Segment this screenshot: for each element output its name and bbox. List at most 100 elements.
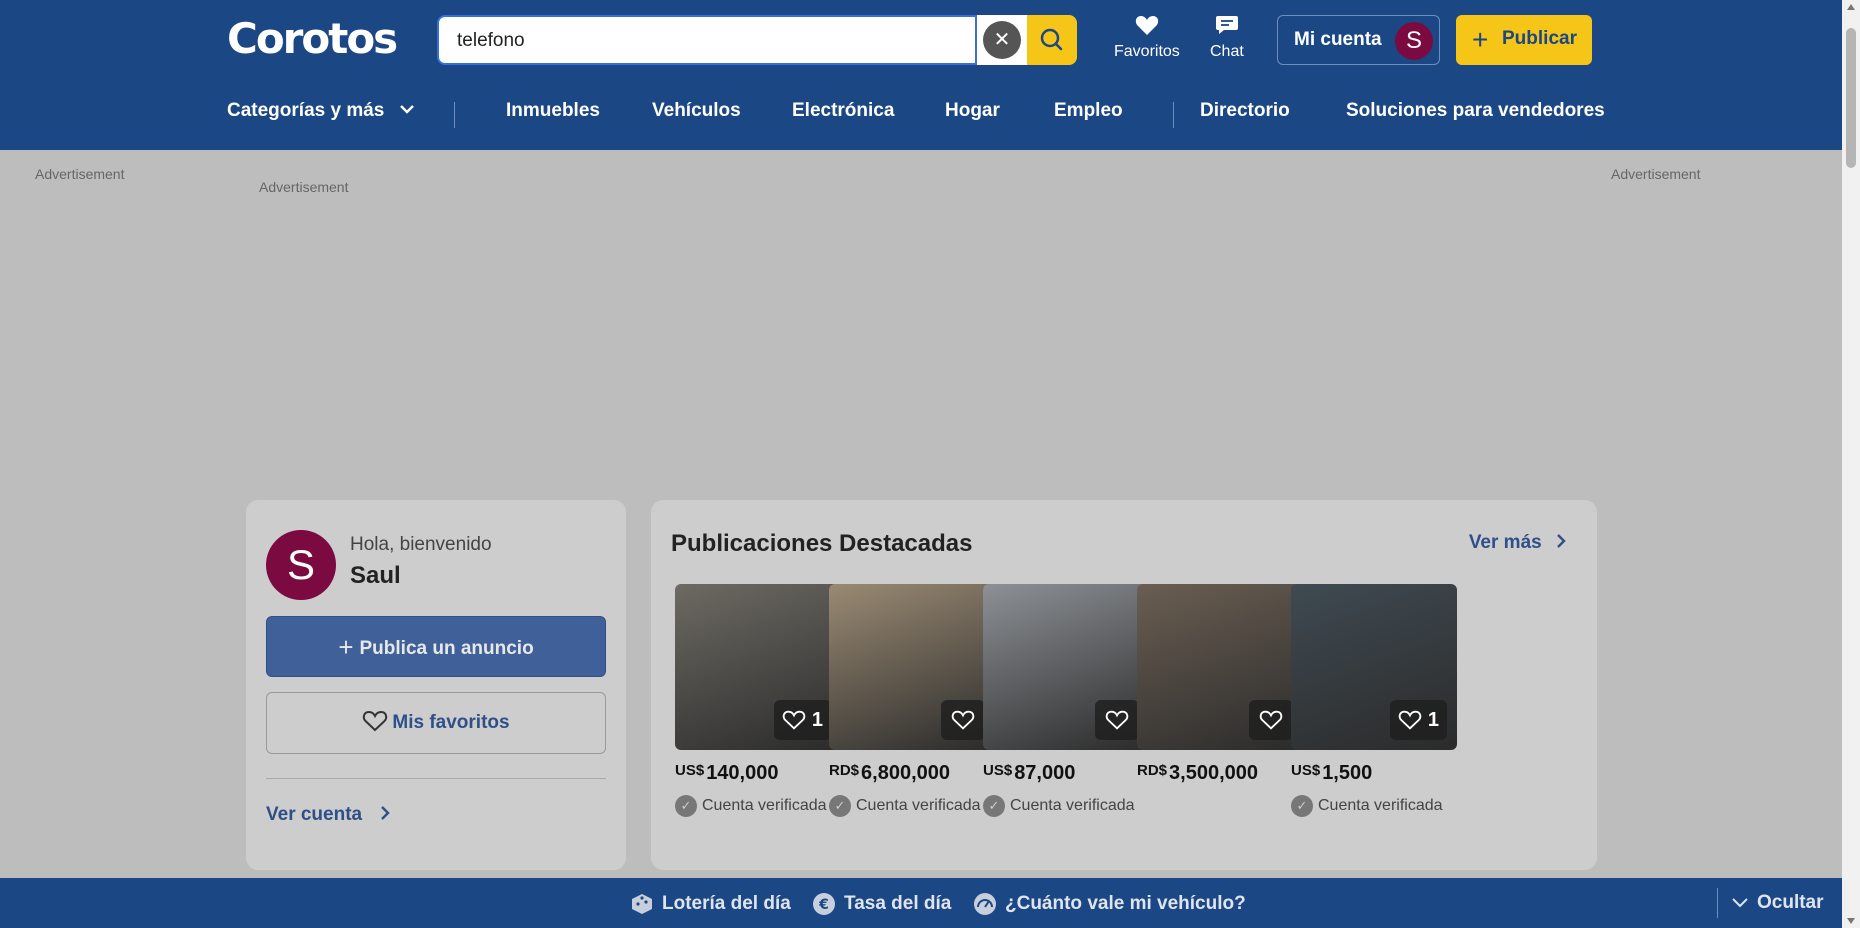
heart-outline-icon: [1259, 710, 1283, 730]
heart-outline-icon: [782, 710, 806, 730]
favorite-toggle-button[interactable]: 1: [773, 700, 831, 740]
verified-check-icon: ✓: [983, 795, 1005, 817]
footer-divider: [1717, 888, 1718, 918]
clear-search-button[interactable]: ✕: [977, 15, 1027, 65]
price-amount: 87,000: [1014, 762, 1076, 784]
my-account-button[interactable]: Mi cuenta S: [1277, 15, 1440, 65]
page-scrollbar[interactable]: [1842, 0, 1860, 928]
listing-thumbnail[interactable]: 1: [1291, 584, 1457, 750]
verified-check-icon: ✓: [829, 795, 851, 817]
chat-link[interactable]: Chat: [1210, 14, 1244, 61]
listing-price: US$ 1,500: [1291, 762, 1457, 785]
nav-item-hogar[interactable]: Hogar: [945, 100, 1000, 122]
nav-divider: [454, 102, 455, 128]
price-amount: 3,500,000: [1169, 762, 1258, 784]
lottery-link[interactable]: Lotería del día: [630, 892, 791, 916]
categories-label: Categorías y más: [227, 100, 385, 121]
nav-item-sellers[interactable]: Soluciones para vendedores: [1346, 100, 1605, 122]
search-button[interactable]: [1027, 15, 1077, 65]
featured-title: Publicaciones Destacadas: [671, 530, 973, 557]
euro-icon: €: [813, 893, 835, 915]
price-currency: US$: [1291, 762, 1321, 779]
close-icon: ✕: [983, 21, 1021, 59]
favorite-toggle-button[interactable]: [1249, 700, 1293, 740]
heart-icon: [1135, 16, 1159, 35]
verified-account-badge: ✓ Cuenta verificada: [675, 795, 841, 817]
favorite-toggle-button[interactable]: [1095, 700, 1139, 740]
heart-outline-icon: [1105, 710, 1129, 730]
publish-ad-button[interactable]: + Publica un anuncio: [266, 616, 606, 677]
listing-card[interactable]: 1 US$ 1,500 ✓ Cuenta verificada: [1291, 584, 1457, 817]
chat-icon: [1215, 16, 1238, 34]
ad-label-left: Advertisement: [35, 166, 125, 182]
verified-label: Cuenta verificada: [856, 797, 981, 814]
scroll-down-arrow-icon[interactable]: [1847, 918, 1855, 924]
chat-label: Chat: [1210, 43, 1244, 60]
svg-text:€: €: [818, 897, 829, 913]
plus-icon: +: [338, 632, 354, 662]
view-account-label: Ver cuenta: [266, 804, 363, 825]
favorites-label: Favoritos: [1114, 43, 1180, 60]
search-input[interactable]: [457, 29, 957, 53]
heart-outline-icon: [1398, 710, 1422, 730]
listing-thumbnail[interactable]: [829, 584, 995, 750]
heart-outline-icon: [951, 710, 975, 730]
scroll-up-arrow-icon[interactable]: [1847, 4, 1855, 10]
see-more-link[interactable]: Ver más: [1469, 532, 1569, 554]
my-favorites-button[interactable]: Mis favoritos: [266, 692, 606, 754]
nav-item-empleo[interactable]: Empleo: [1054, 100, 1123, 122]
view-account-link[interactable]: Ver cuenta: [266, 804, 393, 826]
listing-thumbnail[interactable]: [1137, 584, 1303, 750]
verified-check-icon: ✓: [1291, 795, 1313, 817]
favorite-toggle-button[interactable]: 1: [1389, 700, 1447, 740]
verified-account-badge: ✓ Cuenta verificada: [829, 795, 995, 817]
categories-dropdown[interactable]: Categorías y más: [227, 100, 416, 122]
verified-check-icon: ✓: [675, 795, 697, 817]
my-account-label: Mi cuenta: [1294, 29, 1382, 50]
chevron-right-icon: [381, 806, 391, 820]
nav-item-electronica[interactable]: Electrónica: [792, 100, 894, 122]
category-nav: Categorías y más Inmuebles Vehículos Ele…: [0, 100, 1842, 130]
listing-card[interactable]: 1 US$ 140,000 ✓ Cuenta verificada: [675, 584, 841, 817]
search-box: [437, 15, 977, 65]
listing-price: US$ 87,000: [983, 762, 1149, 785]
nav-item-inmuebles[interactable]: Inmuebles: [506, 100, 600, 122]
heart-outline-icon: [363, 710, 388, 732]
verified-label: Cuenta verificada: [702, 797, 827, 814]
nav-item-vehiculos[interactable]: Vehículos: [652, 100, 741, 122]
scrollbar-thumb[interactable]: [1846, 28, 1856, 168]
listing-price: RD$ 6,800,000: [829, 762, 995, 785]
listing-card[interactable]: US$ 87,000 ✓ Cuenta verificada: [983, 584, 1149, 817]
listing-card[interactable]: RD$ 3,500,000: [1137, 584, 1303, 785]
user-welcome-card: S Hola, bienvenido Saul + Publica un anun…: [246, 500, 626, 870]
price-currency: RD$: [1137, 762, 1168, 779]
exchange-rate-link[interactable]: € Tasa del día: [812, 892, 951, 916]
price-currency: RD$: [829, 762, 860, 779]
listing-price: US$ 140,000: [675, 762, 841, 785]
listing-price: RD$ 3,500,000: [1137, 762, 1303, 785]
listing-thumbnail[interactable]: 1: [675, 584, 841, 750]
my-favorites-label: Mis favoritos: [392, 712, 510, 733]
price-currency: US$: [675, 762, 705, 779]
price-amount: 6,800,000: [861, 762, 950, 784]
publish-button[interactable]: + Publicar: [1456, 15, 1592, 65]
user-name: Saul: [350, 562, 401, 589]
ad-label-center: Advertisement: [259, 179, 349, 195]
see-more-label: Ver más: [1468, 532, 1542, 553]
listing-card[interactable]: RD$ 6,800,000 ✓ Cuenta verificada: [829, 584, 995, 817]
chevron-down-icon: [399, 105, 414, 114]
bottom-quick-bar: Lotería del día € Tasa del día ¿Cuánto v…: [0, 878, 1842, 928]
favorite-toggle-button[interactable]: [941, 700, 985, 740]
divider: [266, 778, 606, 779]
corotos-logo[interactable]: Corotos: [227, 14, 398, 63]
gauge-icon: [974, 893, 996, 915]
listing-thumbnail[interactable]: [983, 584, 1149, 750]
hide-bar-button[interactable]: Ocultar: [1731, 892, 1824, 914]
vehicle-value-link[interactable]: ¿Cuánto vale mi vehículo?: [973, 892, 1246, 916]
avatar: S: [1395, 22, 1433, 60]
avatar: S: [266, 530, 336, 600]
favorites-link[interactable]: Favoritos: [1114, 14, 1180, 61]
top-header: Corotos ✕ Favoritos Chat Mi cuenta S + P…: [0, 0, 1842, 150]
nav-item-directorio[interactable]: Directorio: [1200, 100, 1290, 122]
ad-label-right: Advertisement: [1611, 166, 1701, 182]
